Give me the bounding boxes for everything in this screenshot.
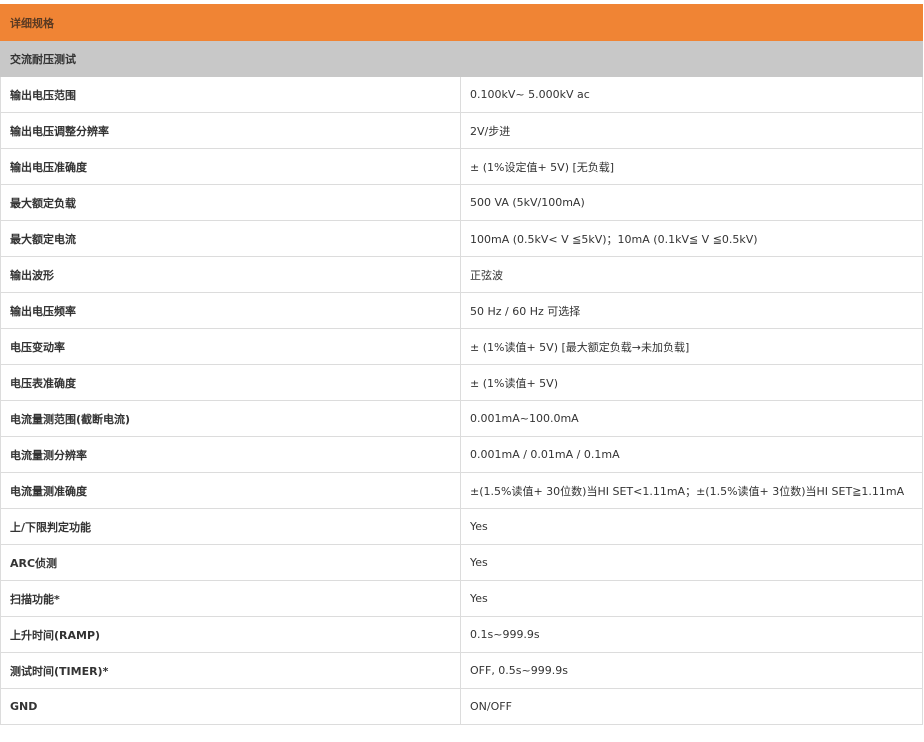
spec-value: Yes: [460, 544, 923, 581]
spec-value: OFF, 0.5s~999.9s: [460, 652, 923, 689]
spec-value: 0.001mA~100.0mA: [460, 400, 923, 437]
spec-label: 输出波形: [0, 256, 461, 293]
spec-label: 最大额定负载: [0, 184, 461, 221]
table-row: 电流量测分辨率 0.001mA / 0.01mA / 0.1mA: [0, 436, 923, 473]
spec-label: ARC侦测: [0, 544, 461, 581]
spec-label: 电压表准确度: [0, 364, 461, 401]
spec-value: ± (1%读值+ 5V) [最大额定负载→未加负载]: [460, 328, 923, 365]
section-row: 交流耐压测试: [0, 40, 923, 77]
table-row: 电压表准确度 ± (1%读值+ 5V): [0, 364, 923, 401]
spec-label: 输出电压范围: [0, 76, 461, 113]
table-row: ARC侦测 Yes: [0, 544, 923, 581]
title-row: 详细规格: [0, 4, 923, 41]
table-row: 电流量测范围(截断电流) 0.001mA~100.0mA: [0, 400, 923, 437]
spec-value: 50 Hz / 60 Hz 可选择: [460, 292, 923, 329]
spec-table: 详细规格 交流耐压测试 输出电压范围 0.100kV~ 5.000kV ac 输出…: [0, 4, 923, 725]
spec-value: 500 VA (5kV/100mA): [460, 184, 923, 221]
table-row: 电压变动率 ± (1%读值+ 5V) [最大额定负载→未加负载]: [0, 328, 923, 365]
spec-label: 电压变动率: [0, 328, 461, 365]
section-header: 交流耐压测试: [0, 40, 923, 77]
table-title: 详细规格: [0, 4, 923, 41]
table-row: 上升时间(RAMP) 0.1s~999.9s: [0, 616, 923, 653]
spec-value: 100mA (0.5kV< V ≦5kV)；10mA (0.1kV≦ V ≦0.…: [460, 220, 923, 257]
spec-value: 0.100kV~ 5.000kV ac: [460, 76, 923, 113]
table-row: 扫描功能* Yes: [0, 580, 923, 617]
table-row: GND ON/OFF: [0, 688, 923, 725]
table-row: 输出电压调整分辨率 2V/步进: [0, 112, 923, 149]
spec-label: 扫描功能*: [0, 580, 461, 617]
spec-value: ON/OFF: [460, 688, 923, 725]
spec-value: ±(1.5%读值+ 30位数)当HI SET<1.11mA；±(1.5%读值+ …: [460, 472, 923, 509]
table-row: 最大额定负载 500 VA (5kV/100mA): [0, 184, 923, 221]
spec-label: 上升时间(RAMP): [0, 616, 461, 653]
table-row: 上/下限判定功能 Yes: [0, 508, 923, 545]
table-row: 输出电压准确度 ± (1%设定值+ 5V) [无负载]: [0, 148, 923, 185]
spec-table-body: 详细规格 交流耐压测试 输出电压范围 0.100kV~ 5.000kV ac 输出…: [0, 4, 923, 725]
table-row: 电流量测准确度 ±(1.5%读值+ 30位数)当HI SET<1.11mA；±(1…: [0, 472, 923, 509]
table-row: 测试时间(TIMER)* OFF, 0.5s~999.9s: [0, 652, 923, 689]
spec-value: 正弦波: [460, 256, 923, 293]
spec-value: Yes: [460, 508, 923, 545]
spec-value: Yes: [460, 580, 923, 617]
spec-label: 输出电压调整分辨率: [0, 112, 461, 149]
spec-label: 电流量测准确度: [0, 472, 461, 509]
spec-value: 0.001mA / 0.01mA / 0.1mA: [460, 436, 923, 473]
spec-label: 测试时间(TIMER)*: [0, 652, 461, 689]
spec-value: ± (1%读值+ 5V): [460, 364, 923, 401]
spec-label: 输出电压频率: [0, 292, 461, 329]
spec-label: 上/下限判定功能: [0, 508, 461, 545]
table-row: 输出电压范围 0.100kV~ 5.000kV ac: [0, 76, 923, 113]
spec-label: 电流量测范围(截断电流): [0, 400, 461, 437]
table-row: 最大额定电流 100mA (0.5kV< V ≦5kV)；10mA (0.1kV≦…: [0, 220, 923, 257]
table-row: 输出电压频率 50 Hz / 60 Hz 可选择: [0, 292, 923, 329]
spec-label: 输出电压准确度: [0, 148, 461, 185]
spec-value: 0.1s~999.9s: [460, 616, 923, 653]
spec-label: 最大额定电流: [0, 220, 461, 257]
spec-value: ± (1%设定值+ 5V) [无负载]: [460, 148, 923, 185]
spec-label: GND: [0, 688, 461, 725]
spec-label: 电流量测分辨率: [0, 436, 461, 473]
spec-value: 2V/步进: [460, 112, 923, 149]
table-row: 输出波形 正弦波: [0, 256, 923, 293]
